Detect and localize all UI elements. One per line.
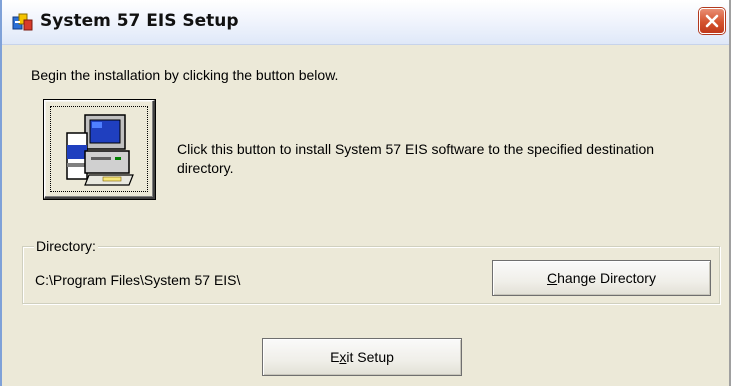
install-description: Click this button to install System 57 E… bbox=[177, 140, 717, 178]
install-description-line2: directory. bbox=[177, 160, 234, 176]
directory-label: Directory: bbox=[34, 238, 98, 254]
install-description-line1: Click this button to install System 57 E… bbox=[177, 141, 655, 157]
close-button[interactable] bbox=[699, 8, 725, 34]
intro-text: Begin the installation by clicking the b… bbox=[31, 67, 339, 83]
directory-path: C:\Program Files\System 57 EIS\ bbox=[35, 272, 241, 288]
exit-setup-label: it Setup bbox=[346, 349, 394, 365]
change-directory-label: hange Directory bbox=[557, 270, 656, 286]
title-bar[interactable]: System 57 EIS Setup bbox=[2, 0, 729, 45]
change-directory-button[interactable]: Change Directory bbox=[492, 260, 711, 296]
setup-window: System 57 EIS Setup Begin the installati… bbox=[0, 0, 731, 386]
computer-install-icon bbox=[66, 114, 134, 186]
exit-setup-button[interactable]: Exit Setup bbox=[262, 338, 462, 376]
window-title: System 57 EIS Setup bbox=[40, 11, 239, 31]
dialog-client-area bbox=[10, 46, 725, 386]
change-directory-mnemonic: C bbox=[547, 270, 558, 286]
install-button[interactable] bbox=[43, 99, 156, 200]
setup-icon bbox=[12, 12, 34, 32]
close-icon bbox=[705, 14, 719, 28]
